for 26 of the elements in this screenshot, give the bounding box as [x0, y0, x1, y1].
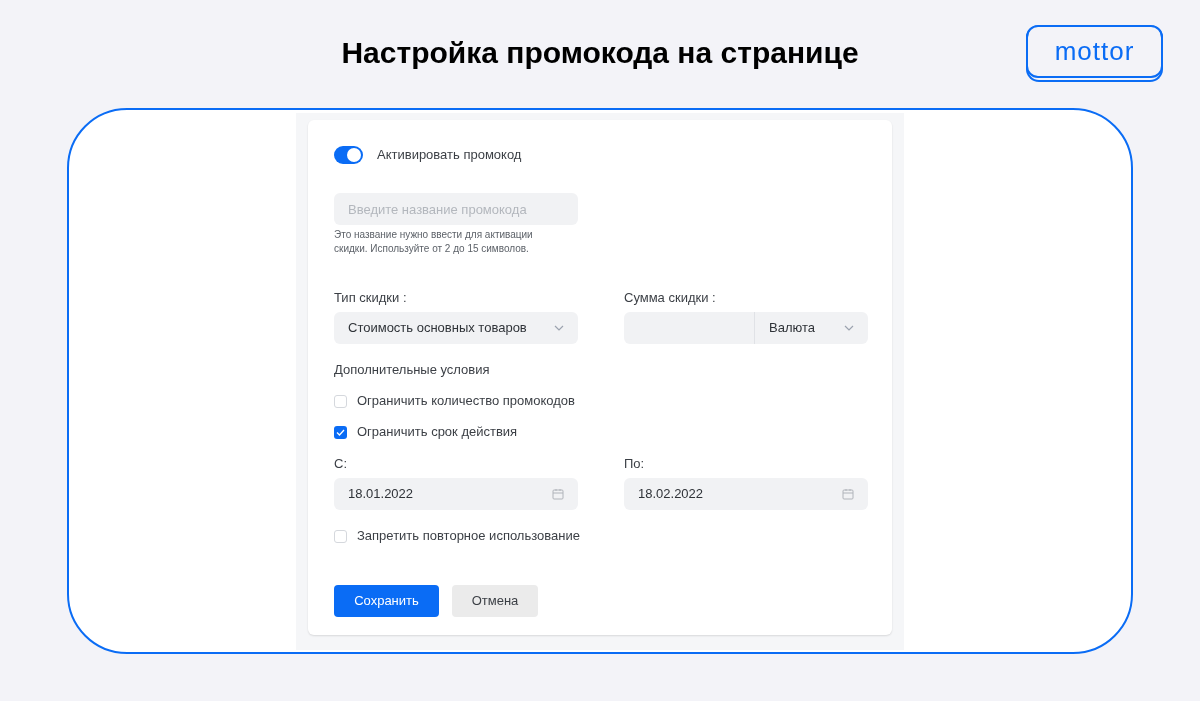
logo: mottor: [1026, 25, 1163, 82]
checkbox-label: Ограничить срок действия: [357, 423, 518, 442]
discount-type-select[interactable]: Стоимость основных товаров: [334, 312, 578, 344]
checkbox-label: Ограничить количество промокодов: [357, 392, 575, 411]
field-label: Тип скидки :: [334, 289, 408, 307]
save-button[interactable]: Сохранить: [334, 585, 439, 617]
toggle-label: Активировать промокод: [377, 146, 522, 165]
checkbox[interactable]: [334, 425, 347, 439]
date-field[interactable]: 18.01.2022: [334, 478, 578, 510]
cancel-button[interactable]: Отмена: [452, 585, 538, 617]
toggle-switch[interactable]: [334, 146, 363, 164]
field-label: С:: [334, 455, 348, 473]
checkbox[interactable]: [334, 529, 347, 543]
calendar-icon: [552, 488, 564, 500]
field-label: Сумма скидки :: [624, 289, 717, 307]
field-label: По:: [624, 455, 646, 473]
checkbox-label: Запретить повторное использование: [357, 527, 580, 546]
calendar-icon: [842, 488, 854, 500]
checkbox[interactable]: [334, 394, 347, 408]
page-title: Настройка промокода на странице: [341, 35, 859, 71]
chevron-down-icon: [554, 325, 564, 331]
date-field[interactable]: 18.02.2022: [624, 478, 868, 510]
promo-name-field[interactable]: Введите название промокода: [334, 193, 578, 225]
hint-text: Это название нужно ввести для активации скидки. Используйте от 2 до 15 символов.: [334, 228, 534, 256]
section-title: Дополнительные условия: [334, 361, 491, 379]
chevron-down-icon: [844, 325, 854, 331]
